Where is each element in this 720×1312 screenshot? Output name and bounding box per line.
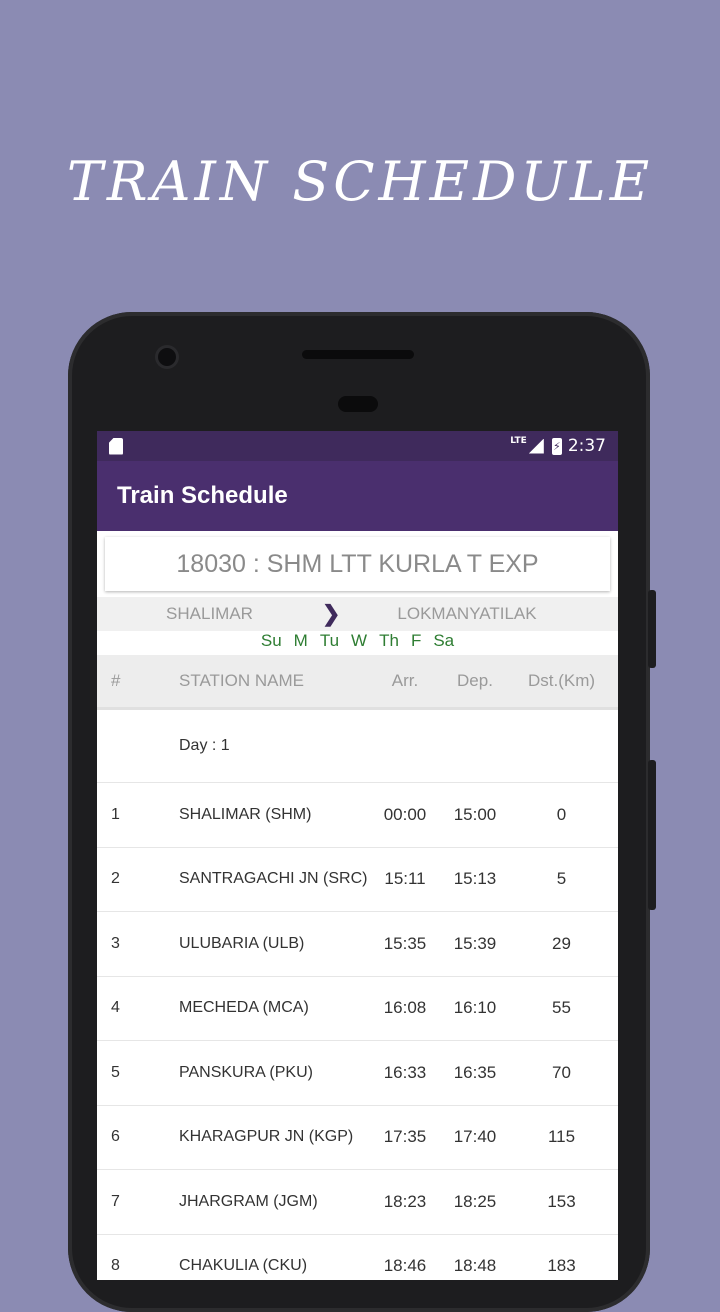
table-row[interactable]: 1 SHALIMAR (SHM) 00:00 15:00 0 — [97, 783, 618, 848]
power-button — [648, 590, 656, 668]
table-header: # STATION NAME Arr. Dep. Dst.(Km) — [97, 655, 618, 710]
row-num: 6 — [111, 1128, 120, 1146]
row-distance: 29 — [552, 933, 571, 953]
app-title: Train Schedule — [117, 482, 288, 509]
sd-card-icon — [109, 437, 123, 455]
header-num: # — [111, 671, 121, 690]
row-station: KHARAGPUR JN (KGP) — [179, 1128, 354, 1146]
earpiece-speaker — [302, 350, 414, 359]
table-row[interactable]: 7 JHARGRAM (JGM) 18:23 18:25 153 — [97, 1170, 618, 1235]
row-station: CHAKULIA (CKU) — [179, 1257, 308, 1275]
table-row[interactable]: 5 PANSKURA (PKU) 16:33 16:35 70 — [97, 1041, 618, 1106]
row-distance: 115 — [547, 1127, 576, 1147]
table-row[interactable]: 4 MECHEDA (MCA) 16:08 16:10 55 — [97, 976, 618, 1041]
row-departure: 15:39 — [453, 933, 497, 953]
row-station: SANTRAGACHI JN (SRC) — [179, 870, 368, 888]
row-departure: 17:40 — [453, 1127, 497, 1147]
header-station: STATION NAME — [179, 671, 304, 690]
running-days: Su M Tu W Th F Sa — [97, 631, 618, 655]
header-arrival: Arr. — [391, 671, 419, 690]
front-camera — [158, 348, 176, 366]
day-friday: F — [410, 631, 422, 650]
train-name-card[interactable]: 18030 : SHM LTT KURLA T EXP — [105, 537, 610, 591]
status-time: 2:37 — [567, 436, 606, 456]
row-departure: 16:10 — [453, 998, 497, 1018]
row-arrival: 18:23 — [383, 1191, 427, 1211]
volume-button — [648, 760, 656, 910]
row-arrival: 00:00 — [383, 804, 427, 824]
row-arrival: 17:35 — [383, 1127, 427, 1147]
table-row[interactable]: 2 SANTRAGACHI JN (SRC) 15:11 15:13 5 — [97, 847, 618, 912]
row-num: 1 — [111, 805, 120, 823]
row-station: ULUBARIA (ULB) — [179, 934, 305, 952]
row-distance: 5 — [556, 869, 567, 889]
row-departure: 15:00 — [453, 804, 497, 824]
table-row[interactable]: 6 KHARAGPUR JN (KGP) 17:35 17:40 115 — [97, 1105, 618, 1170]
table-row[interactable]: 8 CHAKULIA (CKU) 18:46 18:48 183 — [97, 1234, 618, 1280]
row-distance: 183 — [547, 1256, 576, 1276]
table-row[interactable]: 3 ULUBARIA (ULB) 15:35 15:39 29 — [97, 912, 618, 977]
day-saturday: Sa — [433, 631, 455, 650]
promo-title: TRAIN SCHEDULE — [66, 150, 654, 213]
app-bar: Train Schedule — [97, 461, 618, 531]
battery-charging-icon: ⚡ — [551, 437, 562, 455]
row-distance: 0 — [556, 804, 567, 824]
row-departure: 18:25 — [453, 1191, 497, 1211]
row-arrival: 15:35 — [383, 933, 427, 953]
train-name: 18030 : SHM LTT KURLA T EXP — [176, 549, 539, 578]
row-num: 4 — [111, 999, 120, 1017]
day-label: Day : 1 — [179, 737, 230, 754]
day-monday: M — [293, 631, 308, 650]
status-bar: LTE ⚡ 2:37 — [97, 431, 618, 461]
row-num: 2 — [111, 870, 120, 888]
destination-station: LOKMANYATILAK — [397, 604, 537, 623]
proximity-sensor — [338, 396, 378, 412]
header-departure: Dep. — [457, 671, 493, 690]
row-departure: 15:13 — [453, 869, 497, 889]
row-num: 7 — [111, 1192, 120, 1210]
day-thursday: Th — [379, 631, 399, 650]
row-arrival: 16:33 — [383, 1062, 427, 1082]
day-tuesday: Tu — [319, 631, 340, 650]
day-sunday: Su — [260, 631, 282, 650]
row-arrival: 15:11 — [384, 869, 426, 889]
signal-icon — [528, 438, 544, 454]
row-station: PANSKURA (PKU) — [179, 1063, 313, 1081]
row-station: SHALIMAR (SHM) — [179, 805, 312, 823]
row-num: 5 — [111, 1063, 120, 1081]
row-distance: 153 — [547, 1191, 576, 1211]
row-station: MECHEDA (MCA) — [179, 999, 309, 1017]
chevron-right-icon: ❯ — [322, 601, 341, 626]
row-arrival: 18:46 — [383, 1256, 427, 1276]
day-group-header: Day : 1 — [97, 710, 618, 783]
origin-station: SHALIMAR — [166, 604, 253, 623]
lte-icon: LTE — [510, 436, 527, 446]
row-station: JHARGRAM (JGM) — [179, 1192, 318, 1210]
row-distance: 55 — [552, 998, 571, 1018]
row-departure: 16:35 — [453, 1062, 497, 1082]
route-bar: SHALIMAR ❯ LOKMANYATILAK — [97, 597, 618, 631]
phone-screen: LTE ⚡ 2:37 Train Schedule 18030 : SHM LT… — [97, 431, 618, 1280]
row-distance: 70 — [552, 1062, 571, 1082]
day-wednesday: W — [351, 631, 368, 650]
row-num: 3 — [111, 934, 120, 952]
row-departure: 18:48 — [453, 1256, 497, 1276]
header-distance: Dst.(Km) — [527, 671, 596, 690]
row-arrival: 16:08 — [383, 998, 427, 1018]
row-num: 8 — [111, 1257, 120, 1275]
